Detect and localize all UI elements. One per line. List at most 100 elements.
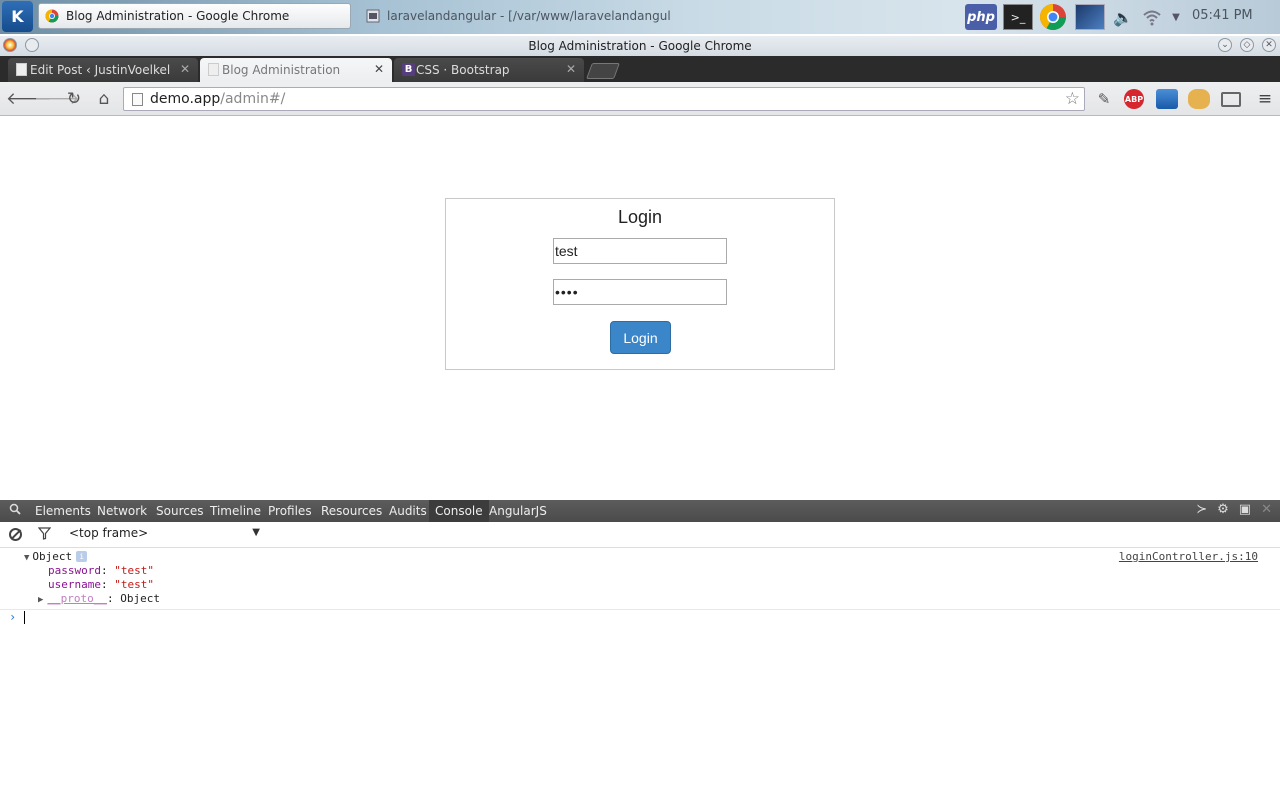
- login-button[interactable]: Login: [610, 321, 671, 354]
- frame-select[interactable]: <top frame> ▼: [66, 526, 262, 544]
- expand-triangle-icon[interactable]: ▶: [38, 595, 43, 605]
- home-icon[interactable]: ⌂: [93, 88, 115, 110]
- object-property: password: "test": [48, 564, 154, 577]
- dropdown-arrow-icon: ▼: [252, 527, 260, 538]
- devtools-tab-network[interactable]: Network: [91, 500, 153, 522]
- adblock-plus-icon[interactable]: ABP: [1124, 89, 1144, 109]
- url-path: /admin#/: [220, 91, 286, 107]
- address-bar[interactable]: demo.app/admin#/ ☆: [123, 87, 1085, 111]
- php-tray-icon[interactable]: php: [965, 4, 997, 30]
- tab-strip: Edit Post ‹ JustinVoelkel ✕ Blog Adminis…: [0, 56, 1280, 82]
- devtools-controls: ≻ ⚙ ▣ ✕: [1196, 502, 1272, 517]
- page-icon: [208, 63, 219, 76]
- forward-icon[interactable]: 🡒: [34, 88, 80, 110]
- eyedropper-extension-icon[interactable]: ✎: [1093, 89, 1115, 109]
- clear-console-icon[interactable]: [9, 528, 22, 541]
- keep-above-icon[interactable]: [25, 38, 39, 52]
- property-value: "test": [114, 578, 154, 591]
- devtools-tab-angularjs[interactable]: AngularJS: [483, 500, 553, 522]
- property-key: password: [48, 564, 101, 577]
- console-input-caret[interactable]: [24, 611, 25, 624]
- chrome-menu-icon[interactable]: ≡: [1254, 89, 1276, 109]
- browser-toolbar: 🡐 🡒 ↻ ⌂ demo.app/admin#/ ☆ ✎ ABP ≡: [0, 82, 1280, 116]
- devtools-panel: Elements Network Sources Timeline Profil…: [0, 500, 1280, 800]
- tab-label: Blog Administration: [222, 63, 341, 77]
- reload-icon[interactable]: ↻: [63, 88, 85, 110]
- page-icon: [16, 63, 27, 76]
- proto-key: __proto__: [47, 592, 108, 605]
- maximize-icon[interactable]: ◇: [1240, 38, 1254, 52]
- funnel-icon: [37, 527, 52, 540]
- settings-gear-icon[interactable]: ⚙: [1217, 502, 1229, 517]
- tab-edit-post[interactable]: Edit Post ‹ JustinVoelkel ✕: [8, 58, 198, 82]
- system-monitor-tray-icon[interactable]: [1075, 4, 1105, 30]
- object-label: Object: [32, 550, 73, 563]
- chrome-icon: [1040, 4, 1066, 30]
- volume-icon[interactable]: 🔈: [1110, 4, 1136, 30]
- new-tab-button[interactable]: [586, 63, 620, 79]
- wifi-signal-icon: [1143, 10, 1161, 26]
- info-icon[interactable]: i: [76, 551, 88, 562]
- devtools-tab-sources[interactable]: Sources: [150, 500, 209, 522]
- back-icon[interactable]: 🡐: [6, 88, 52, 110]
- dock-toggle-icon[interactable]: ▣: [1239, 502, 1251, 517]
- page-viewport: Login Login: [0, 117, 1280, 500]
- devtools-tab-profiles[interactable]: Profiles: [262, 500, 318, 522]
- window-title: Blog Administration - Google Chrome: [528, 39, 752, 53]
- console-prompt-icon: ›: [9, 610, 17, 624]
- tray-expand-icon[interactable]: ▼: [1168, 4, 1184, 30]
- minimize-icon[interactable]: ⌄: [1218, 38, 1232, 52]
- kde-taskbar: K Blog Administration - Google Chrome la…: [0, 0, 1280, 34]
- property-value: "test": [114, 564, 154, 577]
- magnifier-icon: [9, 503, 21, 515]
- inspect-search-icon[interactable]: [9, 503, 21, 519]
- console-source-link[interactable]: loginController.js:10: [1119, 550, 1258, 564]
- console-toolbar: <top frame> ▼: [0, 522, 1280, 548]
- username-input[interactable]: [553, 238, 727, 264]
- taskbar-item-chrome[interactable]: Blog Administration - Google Chrome: [38, 3, 351, 29]
- bookmark-star-icon[interactable]: ☆: [1065, 89, 1080, 109]
- cast-icon[interactable]: [1221, 92, 1241, 107]
- clock[interactable]: 05:41 PM: [1192, 8, 1253, 23]
- devtools-tab-timeline[interactable]: Timeline: [204, 500, 267, 522]
- filter-icon[interactable]: [37, 527, 52, 544]
- proto-value: : Object: [107, 592, 161, 605]
- taskbar-item-label: Blog Administration - Google Chrome: [66, 9, 290, 23]
- close-devtools-icon[interactable]: ✕: [1261, 502, 1272, 517]
- screenshot-extension-icon[interactable]: [1156, 89, 1178, 109]
- window-titlebar[interactable]: Blog Administration - Google Chrome ⌄ ◇ …: [0, 36, 1280, 56]
- devtools-tab-bar: Elements Network Sources Timeline Profil…: [0, 500, 1280, 522]
- close-window-icon[interactable]: ✕: [1262, 38, 1276, 52]
- chrome-icon: [45, 9, 59, 23]
- close-tab-icon[interactable]: ✕: [374, 62, 384, 76]
- console-object-entry[interactable]: ▼ Object i: [24, 550, 88, 564]
- devtools-tab-audits[interactable]: Audits: [383, 500, 433, 522]
- taskbar-item-konsole[interactable]: laravelandangular - [/var/www/laraveland…: [360, 3, 670, 29]
- wifi-icon[interactable]: [1140, 4, 1164, 30]
- devtools-tab-console[interactable]: Console: [429, 500, 489, 522]
- taskbar-item-label: laravelandangular - [/var/www/laraveland…: [387, 9, 670, 23]
- console-divider: [0, 609, 1280, 610]
- collapse-triangle-icon[interactable]: ▼: [24, 553, 29, 563]
- login-form: Login Login: [445, 198, 835, 370]
- console-drawer-icon[interactable]: ≻: [1196, 502, 1207, 517]
- frame-select-value: <top frame>: [69, 526, 149, 540]
- url-host: demo.app: [150, 91, 221, 107]
- doge-extension-icon[interactable]: [1188, 89, 1210, 109]
- window-menu-icon[interactable]: [3, 38, 17, 52]
- chrome-tray-icon[interactable]: [1039, 4, 1067, 30]
- close-tab-icon[interactable]: ✕: [180, 62, 190, 76]
- property-key: username: [48, 578, 101, 591]
- devtools-tab-resources[interactable]: Resources: [315, 500, 388, 522]
- tab-blog-administration[interactable]: Blog Administration ✕: [200, 58, 392, 82]
- object-property: username: "test": [48, 578, 154, 591]
- tab-label: Edit Post ‹ JustinVoelkel: [30, 63, 171, 77]
- password-input[interactable]: [553, 279, 727, 305]
- tab-label: CSS · Bootstrap: [416, 63, 510, 77]
- tab-css-bootstrap[interactable]: B CSS · Bootstrap ✕: [394, 58, 584, 82]
- close-tab-icon[interactable]: ✕: [566, 62, 576, 76]
- terminal-tray-icon[interactable]: >_: [1003, 4, 1033, 30]
- devtools-tab-elements[interactable]: Elements: [29, 500, 97, 522]
- object-proto-property[interactable]: ▶ __proto__: Object: [38, 592, 160, 606]
- kde-menu-icon[interactable]: K: [2, 1, 33, 32]
